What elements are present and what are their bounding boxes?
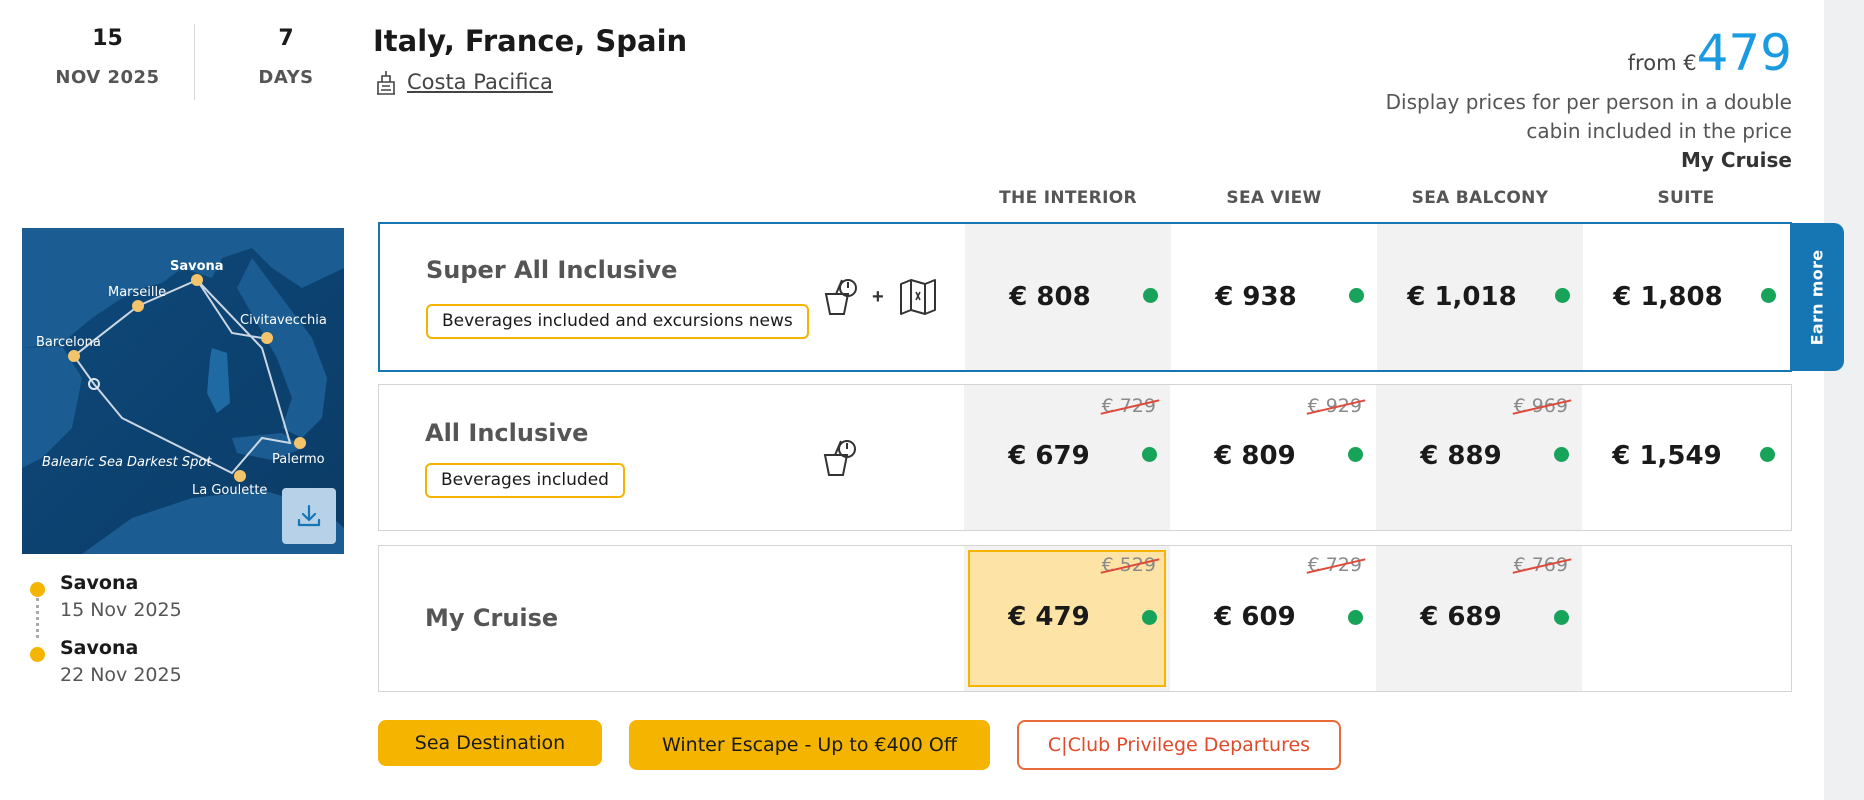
departure-day: 15 <box>92 26 123 51</box>
fare-tag: Beverages included <box>425 463 625 498</box>
cabin-price: € 809 <box>1214 441 1296 471</box>
availability-dot <box>1142 610 1157 625</box>
fare-name: Super All Inclusive <box>426 256 678 284</box>
cabin-price: € 1,018 <box>1407 282 1517 312</box>
cabin-price: € 1,549 <box>1612 441 1722 471</box>
duration-label: DAYS <box>258 67 314 88</box>
stop-port: Savona <box>60 637 139 659</box>
from-price-label: from € <box>1627 51 1697 75</box>
availability-dot <box>1143 288 1158 303</box>
cabin-price: € 889 <box>1420 441 1502 471</box>
price-cell-sea-view[interactable]: € 938 <box>1171 224 1377 370</box>
price-cell-sea-balcony[interactable]: € 969 € 889 <box>1376 385 1582 530</box>
route-title: Italy, France, Spain <box>373 24 688 58</box>
departure-month-year: NOV 2025 <box>55 67 160 88</box>
availability-dot <box>1760 447 1775 462</box>
availability-dot <box>1761 288 1776 303</box>
fare-name: All Inclusive <box>425 419 589 447</box>
map-download-button[interactable] <box>282 488 336 544</box>
price-cell-sea-view[interactable]: € 729 € 609 <box>1170 546 1376 691</box>
price-cell-sea-balcony[interactable]: € 769 € 689 <box>1376 546 1582 691</box>
stop-dot <box>30 582 45 597</box>
availability-dot <box>1348 610 1363 625</box>
drinks-icon <box>824 279 857 315</box>
from-price-amount: 479 <box>1696 24 1792 82</box>
price-cell-suite-empty <box>1582 546 1788 691</box>
original-price: € 769 <box>1512 554 1572 576</box>
plus-icon: + <box>872 286 884 308</box>
fare-name: My Cruise <box>425 604 559 632</box>
cabin-price: € 1,808 <box>1613 282 1723 312</box>
cabin-price: € 679 <box>1008 441 1090 471</box>
drinks-icon <box>823 440 856 476</box>
price-cell-interior[interactable]: € 729 € 679 <box>964 385 1170 530</box>
fare-row-all-inclusive[interactable]: All Inclusive Beverages included € 729 €… <box>378 384 1792 531</box>
price-cell-suite[interactable]: € 1,808 <box>1583 224 1789 370</box>
column-header-sea-view: SEA VIEW <box>1226 188 1322 208</box>
price-cell-interior[interactable]: € 808 <box>965 224 1171 370</box>
column-header-suite: SUITE <box>1657 188 1715 208</box>
price-cell-sea-balcony[interactable]: € 1,018 <box>1377 224 1583 370</box>
fare-row-my-cruise[interactable]: My Cruise € 529 € 479 € 729 € 609 € 769 … <box>378 545 1792 692</box>
fare-tag: Beverages included and excursions news <box>426 304 809 339</box>
earn-more-tab[interactable]: Earn more <box>1790 223 1844 371</box>
cabin-price: € 479 <box>1008 602 1090 632</box>
earn-more-label: Earn more <box>1807 249 1827 345</box>
original-price: € 729 <box>1100 395 1160 417</box>
duration-count: 7 <box>278 26 294 51</box>
column-header-interior: THE INTERIOR <box>999 188 1137 208</box>
price-note: Display prices for per person in a doubl… <box>1352 88 1792 175</box>
availability-dot <box>1348 447 1363 462</box>
ship-name[interactable]: Costa Pacifica <box>407 70 553 94</box>
stop-date: 15 Nov 2025 <box>60 599 182 621</box>
stop-date: 22 Nov 2025 <box>60 664 182 686</box>
availability-dot <box>1554 447 1569 462</box>
stop-connector <box>36 598 39 638</box>
price-note-text: Display prices for per person in a doubl… <box>1385 90 1792 143</box>
original-price: € 729 <box>1306 554 1366 576</box>
promo-badge-winter-escape[interactable]: Winter Escape - Up to €400 Off <box>629 720 990 770</box>
cabin-price: € 609 <box>1214 602 1296 632</box>
original-price: € 969 <box>1512 395 1572 417</box>
original-price: € 929 <box>1306 395 1366 417</box>
column-header-sea-balcony: SEA BALCONY <box>1411 188 1549 208</box>
page-right-gutter <box>1824 0 1864 800</box>
promo-badge-sea-destination[interactable]: Sea Destination <box>378 720 602 766</box>
availability-dot <box>1142 447 1157 462</box>
promo-badge-cclub-privilege[interactable]: C|Club Privilege Departures <box>1017 720 1341 770</box>
availability-dot <box>1349 288 1364 303</box>
price-note-fare: My Cruise <box>1680 148 1792 172</box>
availability-dot <box>1555 288 1570 303</box>
departure-date: 15 NOV 2025 <box>50 26 165 88</box>
stop-port: Savona <box>60 572 139 594</box>
availability-dot <box>1554 610 1569 625</box>
original-price: € 529 <box>1100 554 1160 576</box>
ship-link[interactable]: Costa Pacifica <box>373 68 553 96</box>
ship-icon <box>377 71 395 95</box>
price-cell-sea-view[interactable]: € 929 € 809 <box>1170 385 1376 530</box>
map-icon <box>900 279 936 315</box>
price-cell-interior-selected[interactable]: € 529 € 479 <box>964 546 1170 691</box>
cruise-duration: 7 DAYS <box>236 26 336 88</box>
download-icon <box>297 504 321 527</box>
cabin-price: € 808 <box>1009 282 1091 312</box>
from-price: from €479 <box>1628 24 1792 82</box>
price-cell-suite[interactable]: € 1,549 <box>1582 385 1788 530</box>
stop-dot <box>30 647 45 662</box>
header-divider <box>194 24 195 100</box>
fare-row-super-all-inclusive[interactable]: Super All Inclusive Beverages included a… <box>378 222 1792 372</box>
cabin-price: € 689 <box>1420 602 1502 632</box>
cabin-price: € 938 <box>1215 282 1297 312</box>
